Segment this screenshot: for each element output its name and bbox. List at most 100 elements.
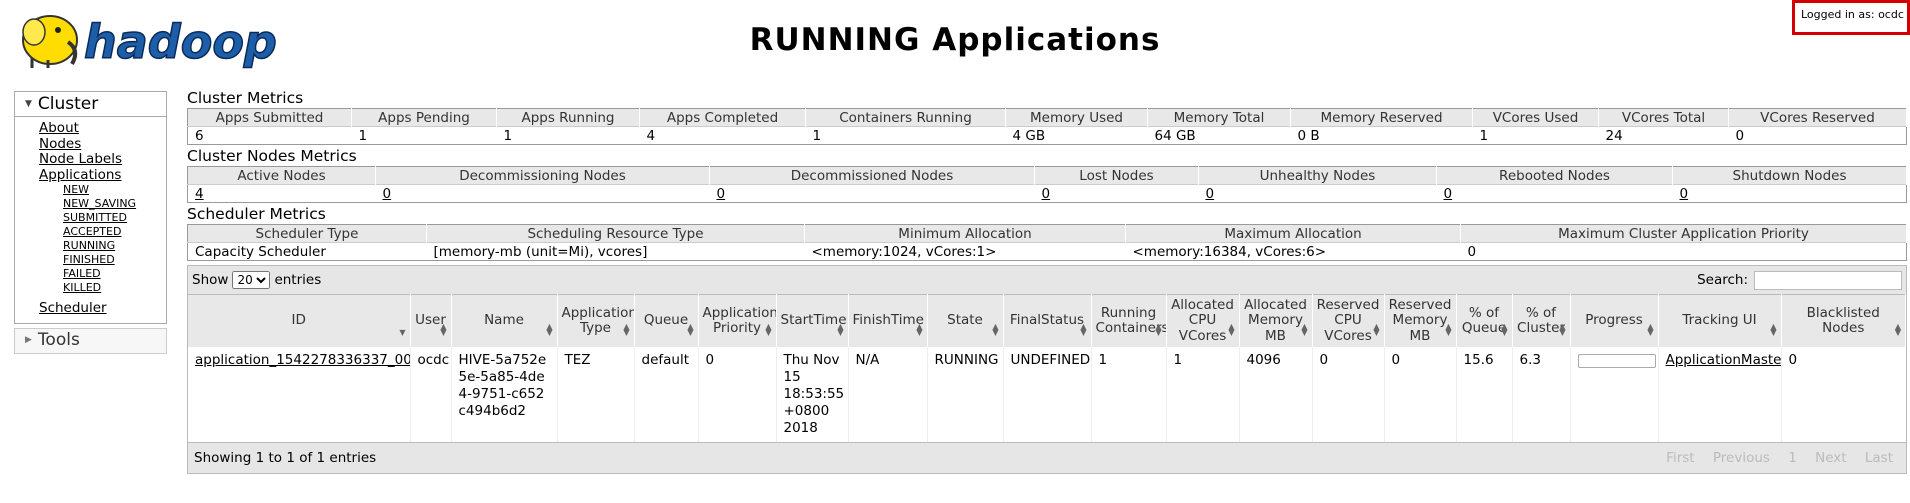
sort-icon: ▲ ▼ [1559,322,1566,337]
sidebar-link-running[interactable]: RUNNING [63,239,166,253]
column-header-alloc-memory[interactable]: Allocated Memory MB ▲ ▼ [1239,294,1313,347]
metric-value: 64 GB [1147,126,1291,145]
sidebar-link-finished[interactable]: FINISHED [63,253,166,267]
column-header-finalstatus[interactable]: FinalStatus ▲ ▼ [1003,294,1092,347]
sidebar-link-applications[interactable]: Applications [39,167,166,184]
lost-nodes-link[interactable]: 0 [1042,186,1051,202]
column-header-priority[interactable]: Application Priority ▲ ▼ [698,294,777,347]
sort-icon: ▲ ▼ [1501,322,1508,337]
metric-value: 1 [351,126,497,145]
metric-header: Memory Reserved [1290,108,1473,127]
metric-header: Apps Running [496,108,640,127]
pager-first-button[interactable]: First [1659,450,1701,466]
apps-toolbar: Show 20 entries Search: [188,266,1906,294]
metric-header: Unhealthy Nodes [1198,166,1437,185]
column-header-reserved-memory[interactable]: Reserved Memory MB ▲ ▼ [1384,294,1457,347]
column-header-user[interactable]: User ▲ ▼ [410,294,452,347]
header-label: Allocated Memory MB [1244,296,1307,344]
search-input[interactable] [1754,270,1902,290]
sort-icon: ▲ ▼ [1445,322,1452,337]
metric-header: Memory Used [1005,108,1148,127]
cluster-label: Cluster [37,94,99,114]
metric-value-link[interactable]: 0 [709,184,1035,203]
tools-section-header[interactable]: ▶ Tools [14,327,167,354]
application-id-link[interactable]: application_1542278336337_0005 [195,352,409,368]
metric-value: [memory-mb (unit=Mi), vcores] [426,242,805,261]
sidebar-link-failed[interactable]: FAILED [63,267,166,281]
sidebar-link-about[interactable]: About [39,120,166,137]
sort-icon: ▲ ▼ [916,322,923,337]
pager-next-button[interactable]: Next [1808,450,1853,466]
rebooted-nodes-link[interactable]: 0 [1444,186,1453,202]
column-header-pct-cluster[interactable]: % of Cluster ▲ ▼ [1512,294,1571,347]
apps-header-row: ID ▼ User ▲ ▼ Name ▲ ▼ Application Type ▲ ▼ Que… [188,294,1906,347]
sidebar-link-submitted[interactable]: SUBMITTED [63,211,166,225]
column-header-blacklisted[interactable]: Blacklisted Nodes ▲ ▼ [1781,294,1906,347]
shutdown-nodes-link[interactable]: 0 [1680,186,1689,202]
scheduler-metrics-table: Scheduler Type Scheduling Resource Type … [187,224,1907,261]
sidebar-link-node-labels[interactable]: Node Labels [39,151,166,168]
decommissioning-nodes-link[interactable]: 0 [383,186,392,202]
active-nodes-link[interactable]: 4 [195,186,204,202]
column-header-id[interactable]: ID ▼ [188,294,411,347]
column-header-pct-queue[interactable]: % of Queue ▲ ▼ [1456,294,1513,347]
metric-value: 6 [187,126,352,145]
table-row: application_1542278336337_0005 ocdc HIVE… [188,347,1906,442]
metric-value: 1 [805,126,1006,145]
tracking-ui-link[interactable]: ApplicationMaster [1666,352,1781,368]
sidebar-link-nodes[interactable]: Nodes [39,136,166,153]
column-header-running-containers[interactable]: Running Containers ▲ ▼ [1091,294,1167,347]
pager-last-button[interactable]: Last [1858,450,1900,466]
cell-alloc-memory: 4096 [1239,347,1313,442]
metric-value-link[interactable]: 0 [375,184,710,203]
metric-value-link[interactable]: 0 [1436,184,1673,203]
cell-starttime: Thu Nov 15 18:53:55 +0800 2018 [776,347,849,442]
cell-blacklisted: 0 [1788,352,1798,368]
metric-value: 0 B [1290,126,1473,145]
metric-value: 24 [1598,126,1729,145]
sidebar-link-killed[interactable]: KILLED [63,281,166,295]
cell-reserved-memory: 0 [1384,347,1457,442]
pager-previous-button[interactable]: Previous [1706,450,1777,466]
metric-value-link[interactable]: 4 [187,184,376,203]
column-header-progress[interactable]: Progress ▲ ▼ [1570,294,1659,347]
sort-icon: ▲ ▼ [1080,322,1087,337]
cell-tracking-ui[interactable]: ApplicationMaster [1658,347,1782,442]
sidebar-link-new-saving[interactable]: NEW_SAVING [63,197,166,211]
cluster-metrics-title: Cluster Metrics [187,89,304,107]
page-size-select[interactable]: 20 [232,271,271,289]
metric-value-link[interactable]: 0 [1672,184,1907,203]
metric-value: Capacity Scheduler [187,242,427,261]
column-header-finishtime[interactable]: FinishTime ▲ ▼ [848,294,928,347]
sidebar-link-accepted[interactable]: ACCEPTED [63,225,166,239]
column-header-queue[interactable]: Queue ▲ ▼ [634,294,699,347]
column-header-reserved-vcores[interactable]: Reserved CPU VCores ▲ ▼ [1312,294,1385,347]
sort-icon: ▲ ▼ [1301,322,1308,337]
column-header-state[interactable]: State ▲ ▼ [927,294,1004,347]
metric-value-link[interactable]: 0 [1198,184,1437,203]
page-title: RUNNING Applications [749,22,1161,58]
cell-finalstatus: UNDEFINED [1003,347,1092,442]
cell-pct-cluster: 6.3 [1512,347,1571,442]
column-header-starttime[interactable]: StartTime ▲ ▼ [776,294,849,347]
decommissioned-nodes-link[interactable]: 0 [717,186,726,202]
metric-value-link[interactable]: 0 [1034,184,1199,203]
node-metrics-header-row: Active Nodes Decommissioning Nodes Decom… [187,166,1907,185]
cell-id[interactable]: application_1542278336337_0005 [188,347,411,442]
sidebar-link-new[interactable]: NEW [63,183,166,197]
unhealthy-nodes-link[interactable]: 0 [1206,186,1215,202]
column-header-tracking-ui[interactable]: Tracking UI ▲ ▼ [1658,294,1782,347]
metric-value: 4 GB [1005,126,1148,145]
cluster-section-header[interactable]: ▼ Cluster [15,92,166,117]
show-label: Show [192,272,229,288]
pager-page-1-button[interactable]: 1 [1781,450,1804,466]
sort-icon: ▲ ▼ [1228,322,1235,337]
metric-value: 1 [1472,126,1599,145]
column-header-alloc-vcores[interactable]: Allocated CPU VCores ▲ ▼ [1166,294,1240,347]
column-header-name[interactable]: Name ▲ ▼ [451,294,558,347]
column-header-app-type[interactable]: Application Type ▲ ▼ [557,294,635,347]
metric-header: VCores Used [1472,108,1599,127]
sidebar-link-scheduler[interactable]: Scheduler [39,300,166,317]
metric-value: <memory:16384, vCores:6> [1125,242,1461,261]
scheduler-metrics-header-row: Scheduler Type Scheduling Resource Type … [187,224,1907,243]
